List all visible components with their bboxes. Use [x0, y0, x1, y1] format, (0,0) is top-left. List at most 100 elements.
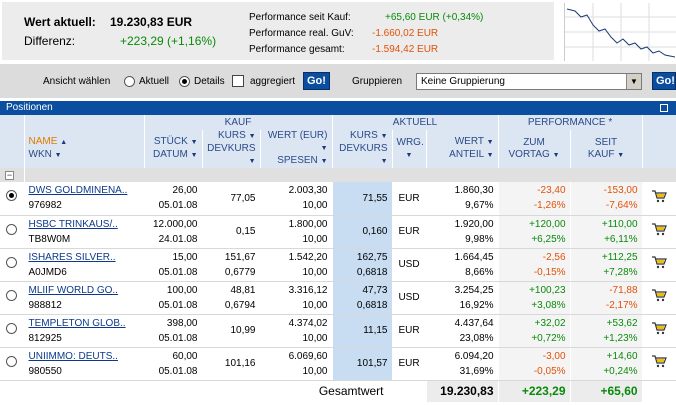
wrg-cell: EUR — [392, 347, 427, 381]
go-button-view[interactable]: Go! — [303, 72, 330, 90]
hdr-akt-devkurs[interactable]: DEVKURS — [339, 143, 387, 154]
aggregiert-checkbox[interactable] — [232, 75, 244, 87]
wert-anteil-cell: 1.920,00 9,98% — [426, 215, 499, 249]
hdr-seit[interactable]: SEIT — [595, 137, 617, 148]
shopping-cart-icon[interactable] — [651, 321, 667, 335]
hdr-kauf[interactable]: KAUF — [588, 149, 615, 160]
hdr-stueck[interactable]: STÜCK — [154, 136, 188, 147]
spesen: 10,00 — [302, 365, 328, 377]
hdr-name-wkn[interactable]: NAME ▲ WKN ▼ — [24, 130, 145, 168]
shopping-cart-icon[interactable] — [651, 354, 667, 368]
name-wkn-cell: TEMPLETON GLOB.. 812925 — [24, 314, 145, 348]
name-wkn-cell: ISHARES SILVER.. A0JMD6 — [24, 248, 145, 282]
hdr-datum[interactable]: DATUM — [153, 149, 188, 160]
position-name-link[interactable]: ISHARES SILVER.. — [29, 252, 116, 263]
hdr-zum-vortag[interactable]: ZUM VORTAG ▼ — [498, 130, 571, 168]
group-header-row: KAUF AKTUELL PERFORMANCE * — [0, 115, 676, 130]
position-name-link[interactable]: MLIIF WORLD GO.. — [29, 285, 118, 296]
wert-spesen-cell: 6.069,60 10,00 — [260, 347, 333, 381]
hdr-wkn[interactable]: WKN — [29, 149, 52, 160]
row-select-cell — [0, 248, 25, 282]
position-name-link[interactable]: UNIIMMO: DEUTS.. — [29, 351, 118, 362]
table-row: TEMPLETON GLOB.. 812925 398,00 05.01.08 10,9… — [0, 314, 676, 348]
vortag-cell: -2,56 -0,15% — [498, 248, 571, 282]
wert: 6.094,20 — [454, 350, 494, 362]
vortag-cell: +32,02 +0,72% — [498, 314, 571, 348]
vortag-cell: -3,00 -0,05% — [498, 347, 571, 381]
stueck: 398,00 — [166, 317, 198, 329]
collapse-square-icon[interactable] — [660, 104, 668, 112]
anteil: 23,08% — [459, 332, 494, 344]
position-name-link[interactable]: DWS GOLDMINENA.. — [29, 185, 128, 196]
hdr-wert-spesen[interactable]: WERT (EUR) ▼ SPESEN ▼ — [260, 130, 333, 168]
position-name-link[interactable]: TEMPLETON GLOB.. — [29, 318, 126, 329]
shopping-cart-icon[interactable] — [651, 189, 667, 203]
row-select-radio[interactable] — [6, 190, 18, 202]
stueck-datum-cell: 100,00 05.01.08 — [144, 281, 203, 315]
kurs-devkurs-cell: 48,81 0,6794 — [202, 281, 261, 315]
hdr-spesen[interactable]: SPESEN — [277, 155, 318, 166]
sort-down-icon: ▼ — [320, 158, 328, 165]
wert-spesen-cell: 3.316,12 10,00 — [260, 281, 333, 315]
hdr-seit-kauf[interactable]: SEIT KAUF ▼ — [570, 130, 643, 168]
sort-down-icon: ▼ — [248, 158, 256, 165]
vortag-abs: -23,40 — [537, 185, 566, 197]
kurs-devkurs-cell: 151,67 0,6779 — [202, 248, 261, 282]
hdr-kurs-devkurs[interactable]: KURS ▼ DEVKURS ▼ — [202, 130, 261, 168]
row-select-radio[interactable] — [6, 289, 18, 301]
radio-aktuell[interactable] — [124, 76, 135, 87]
sort-down-icon: ▼ — [405, 151, 413, 159]
wkn: A0JMD6 — [28, 266, 67, 278]
minus-icon[interactable]: − — [5, 170, 14, 180]
hdr-vortag[interactable]: VORTAG — [509, 149, 550, 160]
gruppieren-select[interactable]: Keine Gruppierung ▼ — [416, 73, 642, 90]
wert-label: Wert aktuell: — [24, 15, 96, 29]
hdr-wrg-label[interactable]: WRG. — [397, 137, 424, 148]
hdr-wert-eur[interactable]: WERT (EUR) — [268, 130, 328, 141]
anteil: 16,92% — [459, 299, 494, 311]
radio-details[interactable] — [179, 76, 190, 87]
akt-devkurs: 0,6818 — [356, 299, 388, 311]
hdr-name[interactable]: NAME — [29, 136, 58, 147]
kauf-abs: +53,62 — [606, 317, 638, 329]
perf-guv-label: Performance real. GuV: — [249, 28, 354, 39]
hdr-kurs[interactable]: KURS — [218, 130, 246, 141]
anteil: 31,69% — [459, 365, 494, 377]
hdr-akt-kurs[interactable]: KURS — [350, 130, 378, 141]
hdr-anteil[interactable]: ANTEIL — [449, 149, 484, 160]
vortag-abs: +120,00 — [529, 218, 566, 230]
position-name-link[interactable]: HSBC TRINKAUS/.. — [29, 219, 118, 230]
shopping-cart-icon[interactable] — [651, 222, 667, 236]
kauf-pct: +0,24% — [603, 365, 638, 377]
shopping-cart-icon[interactable] — [651, 288, 667, 302]
hdr-wrg[interactable]: WRG. ▼ — [392, 130, 427, 168]
kurs: 101,16 — [224, 358, 256, 369]
sparkline-svg — [565, 3, 676, 61]
kurs: 10,99 — [230, 325, 256, 336]
hdr-wert-anteil[interactable]: WERT ▼ ANTEIL ▼ — [426, 130, 499, 168]
go-button-group[interactable]: Go! — [652, 72, 676, 90]
hdr-stueck-datum[interactable]: STÜCK ▼ DATUM ▼ — [144, 130, 203, 168]
aggregiert-label: aggregiert — [250, 76, 296, 87]
perf-guv-value: -1.660,02 EUR — [372, 28, 439, 39]
kurs: 77,05 — [230, 192, 256, 204]
vortag-abs: +100,23 — [529, 284, 566, 296]
action-cell — [642, 347, 676, 381]
row-select-radio[interactable] — [6, 223, 18, 235]
row-select-radio[interactable] — [6, 256, 18, 268]
row-select-radio[interactable] — [6, 322, 18, 334]
shopping-cart-icon[interactable] — [651, 255, 667, 269]
akt-kurs-cell: 47,73 0,6818 — [332, 281, 393, 315]
hdr-zum[interactable]: ZUM — [523, 137, 545, 148]
hdr-devkurs[interactable]: DEVKURS — [207, 143, 255, 154]
row-select-radio[interactable] — [6, 355, 18, 367]
hdr-wert[interactable]: WERT — [455, 136, 484, 147]
column-header-row: NAME ▲ WKN ▼ STÜCK ▼ DATUM ▼ KURS ▼ DEVKURS… — [0, 130, 676, 168]
collapse-row: − — [0, 168, 676, 182]
hdr-akt-kurs-devkurs[interactable]: KURS ▼ DEVKURS ▼ — [332, 130, 393, 168]
stueck-datum-cell: 398,00 05.01.08 — [144, 314, 203, 348]
akt-kurs: 71,55 — [362, 192, 388, 204]
wert-spesen-cell: 1.800,00 10,00 — [260, 215, 333, 249]
akt-kurs-cell: 162,75 0,6818 — [332, 248, 393, 282]
sort-down-icon: ▼ — [248, 133, 256, 140]
